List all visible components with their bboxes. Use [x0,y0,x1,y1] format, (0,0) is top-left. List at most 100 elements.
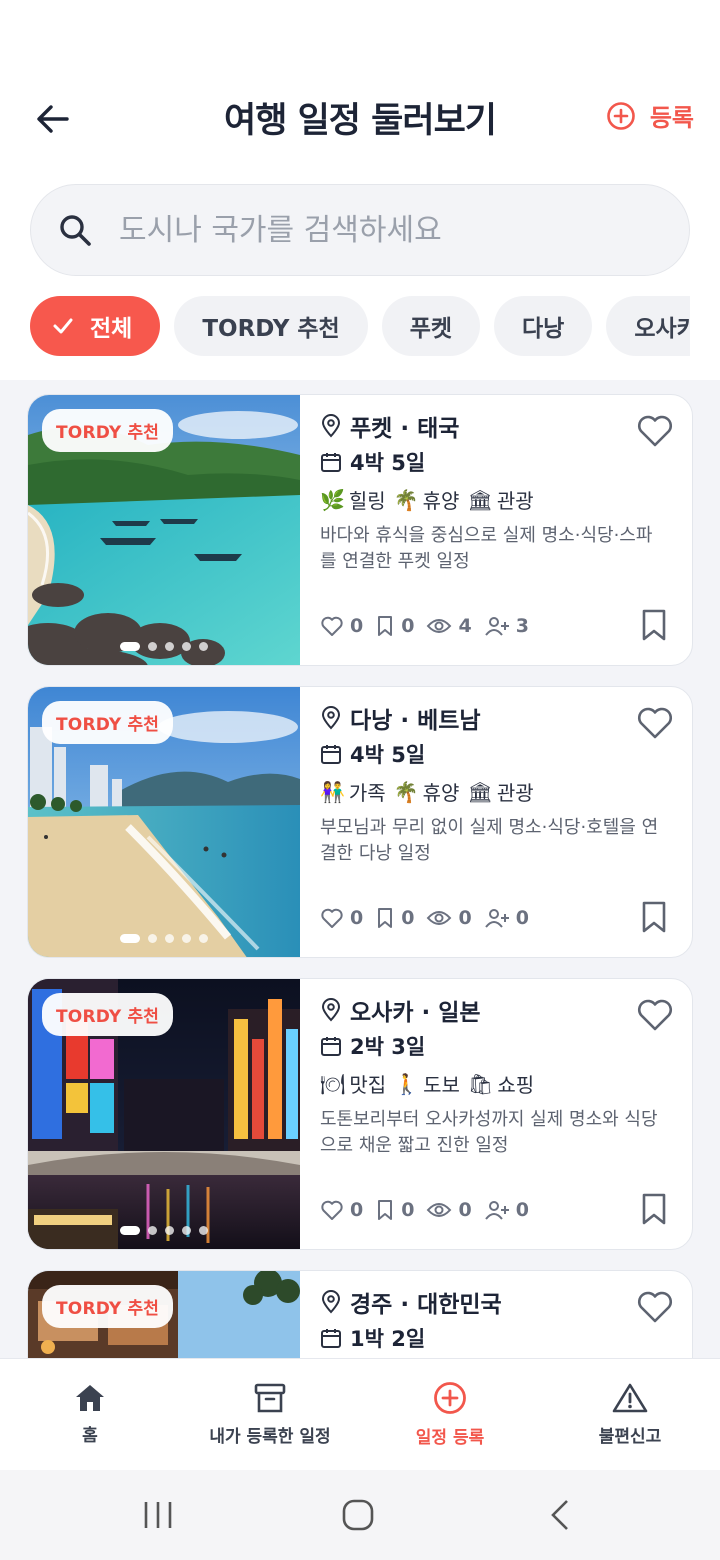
itinerary-image[interactable]: TORDY 추천 [28,1271,300,1358]
itinerary-image[interactable]: TORDY 추천 [28,395,300,665]
card-description: 도톤보리부터 오사카성까지 실제 명소와 식당으로 채운 짧고 진한 일정 [320,1109,658,1156]
register-label: 등록 [649,104,694,132]
itinerary-list[interactable]: TORDY 추천 푸켓 · 태국 4박 5일 🌿 힐링 🌴 휴양 🏛 관광 바다… [0,380,720,1358]
recent-apps-button[interactable] [140,1498,176,1536]
card-duration: 4박 5일 [320,739,425,769]
bookmarks-stat: 0 [375,615,414,637]
favorite-button[interactable] [636,997,674,1037]
itinerary-image[interactable]: TORDY 추천 [28,979,300,1249]
search-input[interactable] [119,212,659,248]
back-system-button[interactable] [545,1498,575,1536]
itinerary-card[interactable]: TORDY 추천 오사카 · 일본 2박 3일 🍽 맛집 🚶 도보 🛍 쇼핑 도… [27,978,693,1250]
heart-icon [321,1200,343,1220]
home-circle-icon [342,1499,374,1531]
likes-count: 0 [350,1199,364,1221]
nav-home[interactable]: 홈 [0,1359,180,1470]
views-count: 0 [458,1199,472,1221]
tag-sightseeing: 🏛 관광 [467,777,533,806]
favorite-button[interactable] [636,413,674,453]
tordy-badge: TORDY 추천 [42,701,174,744]
card-location: 다낭 · 베트남 [320,701,481,735]
image-pagination [28,1226,300,1235]
tag-label: 도보 [423,1073,460,1097]
tag-label: 휴양 [422,489,460,513]
bookmark-button[interactable] [640,1193,668,1229]
views-stat: 0 [426,907,472,929]
card-description: 부모님과 무리 없이 실제 명소·식당·호텔을 연결한 다낭 일정 [320,817,659,864]
location-text: 다낭 · 베트남 [350,708,481,734]
heart-icon [638,415,672,447]
bookmark-icon [642,609,666,641]
itinerary-card[interactable]: TORDY 추천 푸켓 · 태국 4박 5일 🌿 힐링 🌴 휴양 🏛 관광 바다… [27,394,693,666]
participants-count: 0 [515,907,529,929]
card-tags: 👫 가족 🌴 휴양 🏛 관광 [320,777,534,806]
likes-stat: 0 [320,1199,363,1221]
bookmarks-count: 0 [401,907,415,929]
bookmarks-stat: 0 [375,907,414,929]
nav-report[interactable]: 불편신고 [540,1359,720,1470]
card-stats: 0 0 0 0 [320,907,529,929]
pagination-dot [182,1226,191,1235]
search-bar[interactable] [30,184,690,276]
bookmark-button[interactable] [640,609,668,645]
warning-icon [612,1383,648,1413]
filter-chip-tordy[interactable]: TORDY 추천 [174,296,368,356]
heart-icon [638,999,672,1031]
participants-count: 0 [515,1199,529,1221]
tordy-badge: TORDY 추천 [42,1285,174,1328]
calendar-icon [321,453,341,472]
itinerary-card[interactable]: TORDY 추천 경주 · 대한민국 1박 2일 [27,1270,693,1358]
filter-chip-all[interactable]: 전체 [30,296,161,356]
plate-icon: 🍽 [320,1071,346,1096]
likes-stat: 0 [320,907,363,929]
nav-label: 홈 [82,1426,98,1446]
pin-icon [321,414,341,438]
shopping-bag-icon: 🛍 [467,1071,494,1096]
bookmark-icon [642,1193,666,1225]
favorite-button[interactable] [636,705,674,745]
heart-icon [321,616,343,636]
itinerary-image[interactable]: TORDY 추천 [28,687,300,957]
nav-my-itineraries[interactable]: 내가 등록한 일정 [180,1359,360,1470]
palm-tree-icon: 🌴 [393,487,419,512]
palm-tree-icon: 🌴 [393,779,419,804]
app-header: 여행 일정 둘러보기 등록 전체 TORDY 추천 푸켓 다낭 [0,0,720,380]
pin-icon [321,1290,341,1314]
pagination-dot [165,934,174,943]
nav-register[interactable]: 일정 등록 [360,1359,540,1470]
filter-chips: 전체 TORDY 추천 푸켓 다낭 오사카 [30,296,690,358]
pagination-dot [148,642,157,651]
tordy-badge: TORDY 추천 [42,409,174,452]
tag-food: 🍽 맛집 [320,1069,386,1098]
home-icon [76,1385,104,1411]
recent-apps-icon [144,1502,172,1528]
views-stat: 4 [426,615,472,637]
filter-chip-label: 푸켓 [409,316,453,342]
eye-icon [427,1203,452,1217]
register-button[interactable]: 등록 [606,98,694,133]
filter-chip-osaka[interactable]: 오사카 [606,296,690,356]
card-stats: 0 0 4 3 [320,615,529,637]
participants-stat: 3 [484,615,529,637]
tag-label: 관광 [496,489,534,513]
filter-chip-danang[interactable]: 다낭 [494,296,593,356]
nav-label: 일정 등록 [415,1428,485,1448]
filter-chip-phuket[interactable]: 푸켓 [381,296,481,356]
bookmark-icon [642,901,666,933]
pagination-dot [199,934,208,943]
tag-label: 맛집 [349,1073,387,1097]
duration-text: 1박 2일 [350,1327,426,1351]
likes-count: 0 [350,907,364,929]
card-info: 푸켓 · 태국 4박 5일 🌿 힐링 🌴 휴양 🏛 관광 바다와 휴식을 중심으로 실… [320,395,680,665]
pagination-dot [148,1226,157,1235]
itinerary-card[interactable]: TORDY 추천 다낭 · 베트남 4박 5일 👫 가족 🌴 휴양 🏛 관광 부… [27,686,693,958]
views-stat: 0 [426,1199,472,1221]
card-duration: 4박 5일 [320,447,425,477]
filter-chip-label: 전체 [90,316,133,342]
museum-icon: 🏛 [467,779,493,804]
bookmark-button[interactable] [640,901,668,937]
pin-icon [321,706,341,730]
favorite-button[interactable] [636,1289,674,1329]
tordy-badge: TORDY 추천 [42,993,174,1036]
home-system-button[interactable] [340,1498,376,1536]
